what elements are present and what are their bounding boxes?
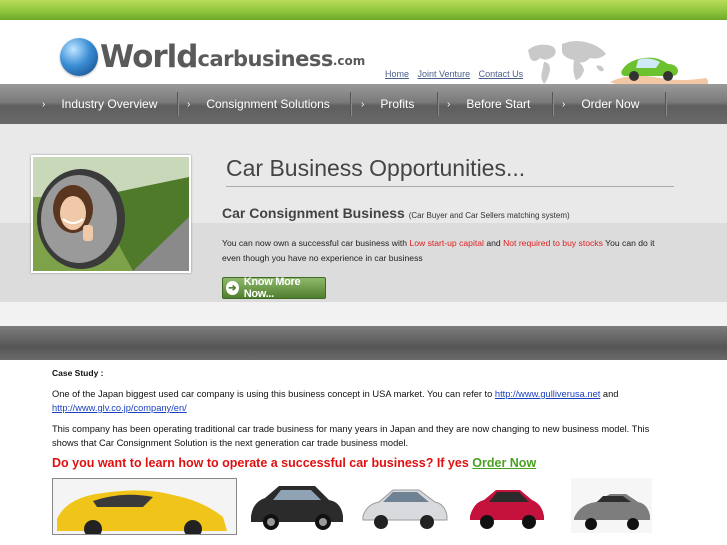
top-links: Home Joint Venture Contact Us bbox=[385, 69, 529, 79]
logo-world-text: World bbox=[100, 39, 198, 75]
site-logo[interactable]: World carbusiness .com bbox=[60, 36, 365, 76]
consignment-heading-note: (Car Buyer and Car Sellers matching syst… bbox=[408, 211, 570, 220]
gray-sports-car-icon bbox=[571, 478, 652, 533]
know-more-button[interactable]: ➜ Know More Now... bbox=[222, 276, 326, 300]
consignment-heading: Car Consignment Business (Car Buyer and … bbox=[222, 205, 570, 221]
cta-text: Do you want to learn how to operate a su… bbox=[52, 456, 473, 470]
car-thumbnail-yellow bbox=[52, 478, 237, 535]
hero-photo-woman-driver bbox=[31, 155, 191, 273]
nav-divider bbox=[350, 92, 352, 116]
nav-item-consignment-solutions[interactable]: › Consignment Solutions bbox=[187, 84, 330, 124]
site-header: World carbusiness .com Home Joint Ventur… bbox=[0, 20, 727, 92]
car-thumbnail-gray-sports bbox=[571, 478, 652, 533]
car-thumbnail-silver bbox=[359, 478, 450, 533]
order-now-link[interactable]: Order Now bbox=[472, 456, 536, 470]
nav-item-label: Industry Overview bbox=[61, 97, 158, 111]
top-green-bar bbox=[0, 0, 727, 20]
nav-item-label: Profits bbox=[380, 97, 415, 111]
nav-divider bbox=[177, 92, 179, 116]
chevron-right-icon: › bbox=[187, 98, 191, 110]
car-thumbnail-black-suv bbox=[247, 478, 347, 533]
gulliverusa-link[interactable]: http://www.gulliverusa.net bbox=[495, 389, 600, 399]
joint-venture-link[interactable]: Joint Venture bbox=[418, 69, 471, 79]
black-suv-icon bbox=[251, 486, 343, 530]
chevron-right-icon: › bbox=[447, 98, 451, 110]
know-more-label: Know More Now... bbox=[243, 276, 301, 300]
nav-divider bbox=[552, 92, 554, 116]
order-cta: Do you want to learn how to operate a su… bbox=[52, 456, 536, 470]
woman-mirror-photo-icon bbox=[33, 157, 189, 271]
hero-text-part2: and bbox=[483, 238, 504, 248]
case-study-paragraph-1: One of the Japan biggest used car compan… bbox=[52, 387, 672, 415]
chevron-right-icon: › bbox=[42, 98, 46, 110]
arrow-right-circle-icon: ➜ bbox=[226, 281, 239, 295]
consignment-heading-text: Car Consignment Business bbox=[222, 205, 405, 221]
nav-item-label: Before Start bbox=[466, 97, 531, 111]
silver-car-icon bbox=[362, 489, 448, 529]
nav-item-order-now[interactable]: › Order Now bbox=[562, 84, 639, 124]
nav-divider bbox=[437, 92, 439, 116]
no-stock-highlight: Not required to buy stocks bbox=[503, 238, 603, 248]
chevron-right-icon: › bbox=[361, 98, 365, 110]
nav-item-industry-overview[interactable]: › Industry Overview bbox=[42, 84, 157, 124]
case-study-paragraph-2: This company has been operating traditio… bbox=[52, 424, 650, 448]
yellow-car-icon bbox=[53, 479, 236, 534]
nav-item-before-start[interactable]: › Before Start bbox=[447, 84, 530, 124]
logo-com-text: .com bbox=[332, 54, 366, 68]
hero-title: Car Business Opportunities... bbox=[226, 155, 526, 181]
home-link[interactable]: Home bbox=[385, 69, 409, 79]
para1-text: One of the Japan biggest used car compan… bbox=[52, 389, 495, 399]
case-study-label: Case Study : bbox=[52, 368, 104, 378]
red-car-icon bbox=[470, 490, 544, 529]
globe-icon bbox=[60, 38, 98, 76]
contact-us-link[interactable]: Contact Us bbox=[479, 69, 524, 79]
logo-car-text: carbusiness bbox=[197, 47, 334, 71]
main-nav: › Industry Overview › Consignment Soluti… bbox=[0, 84, 727, 124]
car-thumbnail-red bbox=[467, 478, 548, 533]
hero-text-part1: You can now own a successful car busines… bbox=[222, 238, 410, 248]
nav-divider bbox=[665, 92, 667, 116]
glv-company-link[interactable]: http://www.glv.co.jp/company/en/ bbox=[52, 403, 187, 413]
nav-item-profits[interactable]: › Profits bbox=[361, 84, 414, 124]
para1-and: and bbox=[600, 389, 619, 399]
section-gap bbox=[0, 302, 727, 326]
nav-item-label: Order Now bbox=[581, 97, 640, 111]
hero-divider bbox=[226, 186, 674, 187]
gray-divider-bar bbox=[0, 326, 727, 360]
chevron-right-icon: › bbox=[562, 98, 566, 110]
nav-item-label: Consignment Solutions bbox=[206, 97, 330, 111]
hero-description: You can now own a successful car busines… bbox=[222, 236, 670, 266]
low-capital-highlight: Low start-up capital bbox=[409, 238, 484, 248]
